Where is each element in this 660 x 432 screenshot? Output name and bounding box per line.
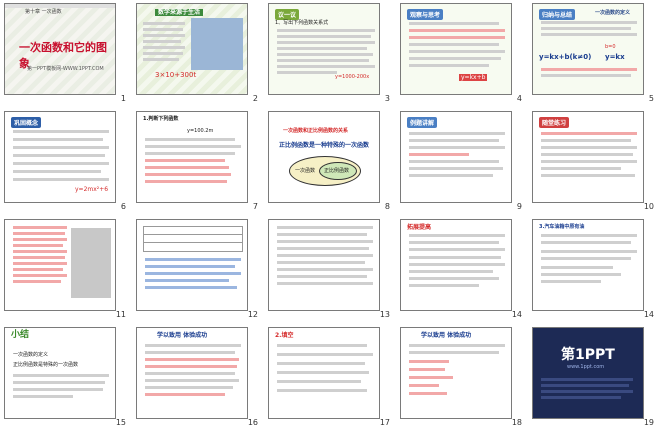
slide-thumbnail-1[interactable]: 第十章 一次函数 一次函数和它的图象 第一PPT模板网-WWW.1PPT.COM… xyxy=(0,0,132,108)
slide-thumbnail-17[interactable]: 学以致用 体验成功 16 xyxy=(132,324,264,432)
slide-thumbnail-9[interactable]: 例题讲解 9 xyxy=(396,108,528,216)
slide-heading: 3.汽车油箱中原有油 xyxy=(539,224,585,230)
slide-thumbnail-15[interactable]: 3.汽车油箱中原有油 14 xyxy=(528,216,660,324)
slide-heading: 1.判断下列函数 xyxy=(143,116,179,122)
slide-tag: 第十章 一次函数 xyxy=(25,9,62,15)
slide-heading: 议一议 xyxy=(275,9,300,20)
slide-number: 14 xyxy=(643,310,654,319)
slide-equation: y=kx+b xyxy=(459,74,488,81)
slide-heading: 观察与思考 xyxy=(407,9,444,20)
slide-number: 8 xyxy=(384,202,390,211)
site-url: www.1ppt.com xyxy=(567,364,605,370)
slide-formula: 3×10+300t xyxy=(155,71,197,79)
inner-label: 正比例函数 xyxy=(324,168,350,174)
slide-statement: 正比例函数是一种特殊的一次函数 xyxy=(279,142,370,149)
slide-thumbnail-4[interactable]: 观察与思考 y=kx+b 4 xyxy=(396,0,528,108)
slide-number: 11 xyxy=(115,310,126,319)
slide-equation-2: y=kx xyxy=(605,53,625,61)
slide-number: 14 xyxy=(511,310,522,319)
slide-number: 16 xyxy=(247,418,258,427)
slide-thumbnail-6[interactable]: 巩固概念 y=2mx²+6 6 xyxy=(0,108,132,216)
slide-highlight: y=1000-200x xyxy=(335,74,370,80)
slide-heading: 归纳与总结 xyxy=(539,9,576,20)
slide-heading: 学以致用 体验成功 xyxy=(421,332,472,339)
slide-equation: y=2mx²+6 xyxy=(75,186,109,193)
summary-line-2: 正比例函数是特殊的一次函数 xyxy=(13,362,79,368)
slide-thumbnail-3[interactable]: 议一议 1、写出下列函数关系式 y=1000-200x 3 xyxy=(264,0,396,108)
slide-number: 13 xyxy=(379,310,390,319)
slide-number: 2 xyxy=(252,94,258,103)
slide-number: 1 xyxy=(120,94,126,103)
slide-thumbnail-16[interactable]: 小结 一次函数的定义 正比例函数是特殊的一次函数 15 xyxy=(0,324,132,432)
slide-number: 7 xyxy=(252,202,258,211)
ppt-logo: 第1PPT xyxy=(561,347,615,363)
slide-thumbnail-14[interactable]: 拓展提高 14 xyxy=(396,216,528,324)
slide-equation: y=100.2m xyxy=(187,128,214,134)
outer-label: 一次函数 xyxy=(295,168,316,174)
slide-heading: 学以致用 体验成功 xyxy=(157,332,208,339)
slide-thumbnail-18[interactable]: 2.填空 17 xyxy=(264,324,396,432)
slide-thumbnail-8[interactable]: 一次函数和正比例函数的关系 正比例函数是一种特殊的一次函数 一次函数 正比例函数… xyxy=(264,108,396,216)
slide-number: 3 xyxy=(384,94,390,103)
slide-highlight: b=0 xyxy=(605,44,616,50)
slide-subtitle: 第一PPT模板网-WWW.1PPT.COM xyxy=(27,66,104,72)
slide-sorter-grid: 第十章 一次函数 一次函数和它的图象 第一PPT模板网-WWW.1PPT.COM… xyxy=(0,0,660,432)
slide-subheading: 一次函数的定义 xyxy=(595,10,631,16)
slide-number: 4 xyxy=(516,94,522,103)
slide-number: 12 xyxy=(247,310,258,319)
slide-number: 18 xyxy=(511,418,522,427)
slide-equation-1: y=kx+b(k≠0) xyxy=(539,53,592,61)
slide-heading: 拓展提高 xyxy=(407,224,432,231)
slide-number: 17 xyxy=(379,418,390,427)
slide-thumbnail-2[interactable]: 数学来源于生活 3×10+300t 2 xyxy=(132,0,264,108)
slide-number: 10 xyxy=(643,202,654,211)
slide-number: 15 xyxy=(115,418,126,427)
slide-line: 1、写出下列函数关系式 xyxy=(275,20,329,26)
slide-heading: 例题讲解 xyxy=(407,117,438,128)
slide-number: 6 xyxy=(120,202,126,211)
slide-thumbnail-5[interactable]: 归纳与总结 一次函数的定义 b=0 y=kx+b(k≠0) y=kx 5 xyxy=(528,0,660,108)
slide-heading: 一次函数和正比例函数的关系 xyxy=(283,128,349,134)
slide-heading: 2.填空 xyxy=(275,332,294,339)
slide-heading: 随堂练习 xyxy=(539,117,570,128)
slide-thumbnail-13[interactable]: 13 xyxy=(264,216,396,324)
slide-thumbnail-20[interactable]: 第1PPT www.1ppt.com 19 xyxy=(528,324,660,432)
train-photo xyxy=(191,18,243,70)
slide-number: 9 xyxy=(516,202,522,211)
summary-line-1: 一次函数的定义 xyxy=(13,352,49,358)
slide-heading: 数学来源于生活 xyxy=(155,9,204,16)
slide-thumbnail-7[interactable]: 1.判断下列函数 y=100.2m 7 xyxy=(132,108,264,216)
slide-number: 5 xyxy=(648,94,654,103)
slide-thumbnail-19[interactable]: 学以致用 体验成功 18 xyxy=(396,324,528,432)
data-table xyxy=(143,226,243,252)
slide-thumbnail-11[interactable]: 11 xyxy=(0,216,132,324)
slide-heading: 小结 xyxy=(11,330,30,340)
slide-thumbnail-10[interactable]: 随堂练习 10 xyxy=(528,108,660,216)
slide-number: 19 xyxy=(643,418,654,427)
building-photo xyxy=(71,228,111,298)
slide-heading: 巩固概念 xyxy=(11,117,42,128)
slide-thumbnail-12[interactable]: 12 xyxy=(132,216,264,324)
